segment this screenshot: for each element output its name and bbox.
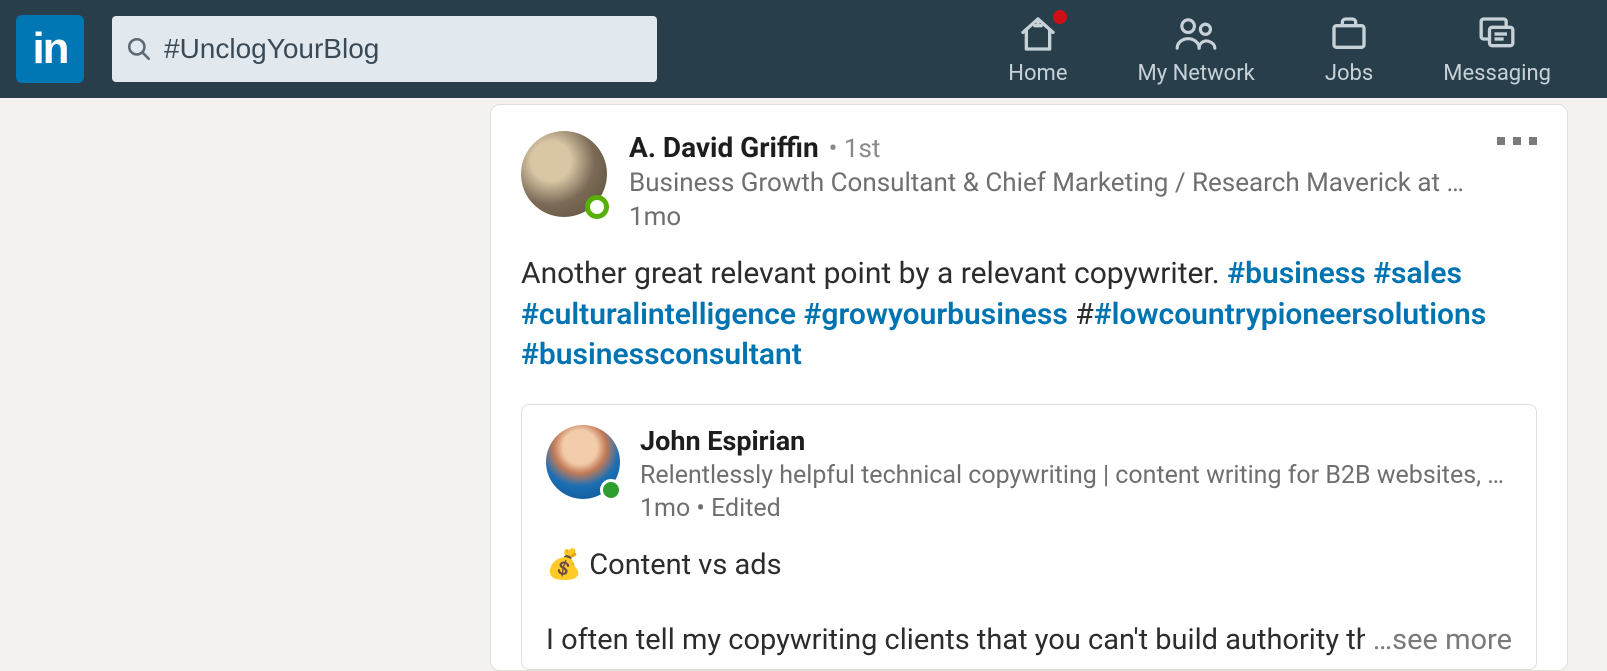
post-header: A. David Griffin • 1st Business Growth C… — [521, 131, 1537, 232]
author-name[interactable]: A. David Griffin — [629, 131, 819, 164]
nav-messaging[interactable]: Messaging — [1443, 13, 1551, 86]
hash-literal: # — [1068, 297, 1094, 332]
nav-home[interactable]: Home — [1008, 13, 1067, 86]
shared-post: John Espirian Relentlessly helpful techn… — [521, 404, 1537, 671]
nav-network[interactable]: My Network — [1138, 13, 1255, 86]
nav-jobs-label: Jobs — [1325, 61, 1373, 86]
nav-messaging-label: Messaging — [1443, 61, 1551, 86]
post-card: A. David Griffin • 1st Business Growth C… — [490, 104, 1568, 671]
connection-degree: • 1st — [829, 134, 881, 164]
post-time: 1mo — [629, 202, 1477, 232]
hashtag-sales[interactable]: #sales — [1373, 256, 1462, 291]
shared-post-time: 1mo • Edited — [640, 494, 1512, 523]
hashtag-businessconsultant[interactable]: #businessconsultant — [521, 337, 802, 372]
global-nav: in Home My Network — [0, 0, 1607, 98]
nav-jobs[interactable]: Jobs — [1325, 13, 1373, 86]
shared-body-line1: 💰 Content vs ads — [546, 545, 1512, 586]
shared-author-headline: Relentlessly helpful technical copywriti… — [640, 461, 1512, 490]
hashtag-lowcountrypioneersolutions[interactable]: #lowcountrypioneersolutions — [1094, 297, 1486, 332]
post-body: Another great relevant point by a releva… — [521, 254, 1537, 376]
author-headline: Business Growth Consultant & Chief Marke… — [629, 168, 1477, 198]
nav-network-label: My Network — [1138, 61, 1255, 86]
post-meta: A. David Griffin • 1st Business Growth C… — [629, 131, 1477, 232]
hashtag-culturalintelligence[interactable]: #culturalintelligence — [521, 297, 796, 332]
messaging-icon — [1477, 14, 1517, 54]
author-avatar[interactable] — [521, 131, 607, 217]
presence-indicator — [600, 479, 622, 501]
search-input[interactable] — [164, 33, 643, 65]
briefcase-icon — [1329, 14, 1369, 54]
hashtag-growyourbusiness[interactable]: #growyourbusiness — [803, 297, 1067, 332]
linkedin-logo[interactable]: in — [16, 15, 84, 83]
see-more-button[interactable]: …see more — [1373, 623, 1512, 657]
feed: A. David Griffin • 1st Business Growth C… — [490, 104, 1607, 671]
post-menu-button[interactable] — [1497, 131, 1537, 145]
search-box[interactable] — [112, 16, 657, 82]
shared-header: John Espirian Relentlessly helpful techn… — [546, 425, 1512, 523]
notification-badge — [1050, 7, 1070, 27]
people-icon — [1174, 14, 1218, 54]
post-text: Another great relevant point by a releva… — [521, 256, 1227, 291]
presence-indicator — [585, 195, 609, 219]
shared-body-truncated: I often tell my copywriting clients that… — [546, 623, 1365, 657]
linkedin-logo-text: in — [32, 24, 67, 74]
search-icon — [126, 36, 152, 62]
hashtag-business[interactable]: #business — [1227, 256, 1366, 291]
nav-home-label: Home — [1008, 61, 1067, 86]
shared-author-name[interactable]: John Espirian — [640, 425, 1512, 457]
nav-menu: Home My Network Jobs — [1008, 13, 1591, 86]
shared-author-avatar[interactable] — [546, 425, 620, 499]
